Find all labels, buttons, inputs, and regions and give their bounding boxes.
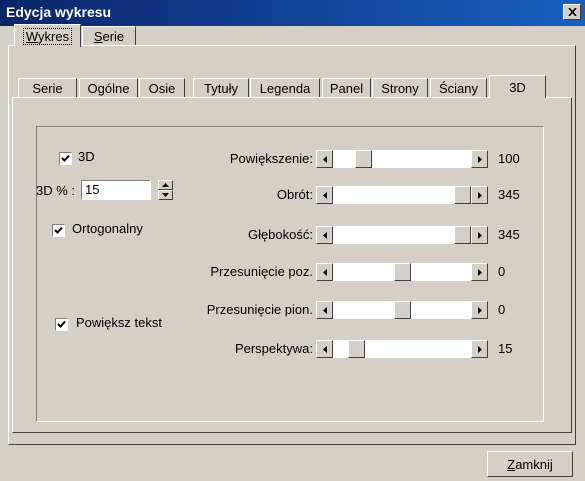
slider-increment-button[interactable] <box>471 263 488 281</box>
spinner-3d-percent-input[interactable]: 15 <box>81 180 151 200</box>
slider-track[interactable] <box>316 186 488 204</box>
slider-thumb[interactable] <box>394 301 411 319</box>
slider-value: 345 <box>498 227 520 242</box>
checkbox-3d[interactable] <box>59 152 72 165</box>
arrow-right-icon <box>477 306 482 314</box>
slider-thumb[interactable] <box>454 226 471 244</box>
tab-label: Ściany <box>438 81 479 96</box>
slider-decrement-button[interactable] <box>316 186 333 204</box>
slider-label: Głębokość: <box>247 227 313 242</box>
tab-label: 3D <box>509 79 526 95</box>
arrow-left-icon <box>322 155 327 163</box>
arrow-right-icon <box>477 191 482 199</box>
checkbox-orthogonal-label: Ortogonalny <box>72 221 143 236</box>
slider-value: 0 <box>498 264 506 279</box>
slider-increment-button[interactable] <box>471 340 488 358</box>
slider-label: Przesunięcie pion. <box>206 302 313 317</box>
tab-label: Osie <box>148 81 176 96</box>
title-bar: Edycja wykresu <box>0 0 585 26</box>
arrow-right-icon <box>477 231 482 239</box>
slider-increment-button[interactable] <box>471 186 488 204</box>
tab-wykres[interactable]: Wykres <box>14 24 81 47</box>
slider-increment-button[interactable] <box>471 150 488 168</box>
tab-osie[interactable]: Osie <box>139 78 185 98</box>
spinner-down-button[interactable] <box>158 190 173 200</box>
slider-value: 15 <box>498 341 513 356</box>
slider-decrement-button[interactable] <box>316 226 333 244</box>
tab-serie-outer[interactable]: Serie <box>82 26 136 46</box>
tab-panel[interactable]: Panel <box>322 78 371 98</box>
tab-label: Panel <box>329 81 364 96</box>
tab-label: Strony <box>381 81 419 96</box>
tab-serie[interactable]: Serie <box>18 78 77 98</box>
slider-track[interactable] <box>316 340 488 358</box>
tab-label: Serie <box>32 81 63 96</box>
slider-increment-button[interactable] <box>471 301 488 319</box>
slider-value: 0 <box>498 302 506 317</box>
tab-tytuły[interactable]: Tytuły <box>193 78 249 98</box>
checkmark-icon <box>54 226 63 234</box>
slider-value: 100 <box>498 151 520 166</box>
slider-value: 345 <box>498 187 520 202</box>
arrow-left-icon <box>322 191 327 199</box>
checkbox-zoom-text[interactable] <box>55 318 68 331</box>
tab-strony[interactable]: Strony <box>372 78 428 98</box>
slider-track[interactable] <box>316 301 488 319</box>
slider-increment-button[interactable] <box>471 226 488 244</box>
spinner-up-button[interactable] <box>158 180 173 190</box>
slider-track[interactable] <box>316 226 488 244</box>
tab-label: Tytuły <box>204 81 238 96</box>
slider-decrement-button[interactable] <box>316 301 333 319</box>
arrow-left-icon <box>322 231 327 239</box>
window-title: Edycja wykresu <box>6 4 112 20</box>
arrow-down-icon <box>162 193 169 197</box>
arrow-left-icon <box>322 306 327 314</box>
tab-serie-outer-label: Serie <box>93 29 125 44</box>
slider-thumb[interactable] <box>454 186 471 204</box>
arrow-left-icon <box>322 268 327 276</box>
tab-ogólne[interactable]: Ogólne <box>79 78 138 98</box>
checkbox-orthogonal[interactable] <box>52 224 65 237</box>
tab-label: Legenda <box>259 81 311 96</box>
checkmark-icon <box>61 154 70 162</box>
slider-thumb[interactable] <box>394 263 411 281</box>
slider-decrement-button[interactable] <box>316 340 333 358</box>
arrow-right-icon <box>477 155 482 163</box>
tab-ściany[interactable]: Ściany <box>430 78 487 98</box>
window-close-button[interactable] <box>563 4 581 20</box>
arrow-right-icon <box>477 345 482 353</box>
tab-wykres-label: Wykres <box>22 27 73 45</box>
slider-decrement-button[interactable] <box>316 263 333 281</box>
slider-label: Powiększenie: <box>229 151 313 166</box>
slider-label: Perspektywa: <box>234 341 313 356</box>
checkmark-icon <box>57 320 66 328</box>
checkbox-3d-label: 3D <box>78 149 95 164</box>
tab-legenda[interactable]: Legenda <box>250 78 320 98</box>
close-dialog-button[interactable]: Zamknij <box>487 451 573 477</box>
slider-thumb[interactable] <box>348 340 365 358</box>
tab-3d[interactable]: 3D <box>489 75 546 98</box>
arrow-left-icon <box>322 345 327 353</box>
slider-track[interactable] <box>316 263 488 281</box>
slider-label: Obrót: <box>276 187 313 202</box>
slider-decrement-button[interactable] <box>316 150 333 168</box>
spinner-3d-percent-label: 3D % : <box>36 183 76 198</box>
slider-thumb[interactable] <box>355 150 372 168</box>
slider-label: Przesunięcie poz. <box>210 264 313 279</box>
close-icon <box>567 8 577 16</box>
checkbox-zoom-text-label: Powiększ tekst <box>76 315 162 330</box>
tab-label: Ogólne <box>87 81 130 96</box>
close-dialog-button-label: Zamknij <box>507 456 553 472</box>
arrow-up-icon <box>162 183 169 187</box>
slider-track[interactable] <box>316 150 488 168</box>
arrow-right-icon <box>477 268 482 276</box>
